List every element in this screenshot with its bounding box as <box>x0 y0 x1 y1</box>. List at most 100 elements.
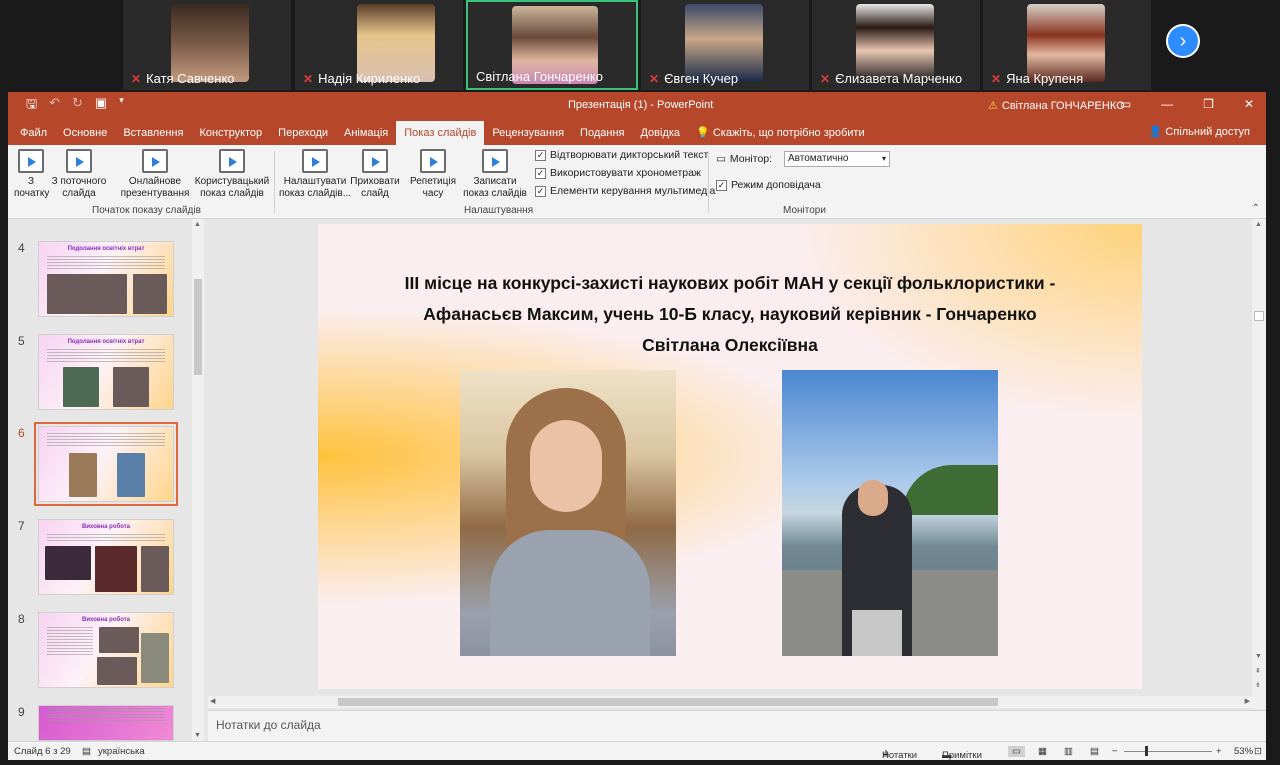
from-beginning-button[interactable]: З початку <box>14 149 49 200</box>
participant-tile-active-speaker[interactable]: Світлана Гончаренко <box>466 0 638 90</box>
notes-pane[interactable]: Нотатки до слайда <box>208 710 1266 741</box>
previous-slide-icon[interactable]: ⇞ <box>1255 667 1261 675</box>
tab-design[interactable]: Конструктор <box>191 121 270 145</box>
zoom-out-icon[interactable]: − <box>1112 746 1118 757</box>
scroll-right-icon[interactable]: ▶ <box>1245 697 1250 705</box>
tab-animations[interactable]: Анімація <box>336 121 396 145</box>
close-icon[interactable]: ✕ <box>1244 97 1254 111</box>
rehearse-timings-button[interactable]: Репетиція часу <box>408 149 458 200</box>
custom-slideshow-label: Користувацький показ слайдів <box>194 176 270 199</box>
tab-insert[interactable]: Вставлення <box>115 121 191 145</box>
setup-slideshow-button[interactable]: Налаштувати показ слайдів... <box>278 149 352 200</box>
spellcheck-icon[interactable]: ▤ <box>82 746 91 757</box>
tab-home[interactable]: Основне <box>55 121 115 145</box>
slideshow-view-icon[interactable]: ▤ <box>1090 746 1099 757</box>
slide-scroll-thumb[interactable] <box>1254 311 1264 321</box>
minimize-icon[interactable]: — <box>1161 97 1173 111</box>
ribbon-separator <box>708 151 709 213</box>
slide-title[interactable]: ІІІ місце на конкурсі-захисті наукових р… <box>398 268 1062 361</box>
scroll-up-icon[interactable]: ▲ <box>1255 221 1262 228</box>
slide-thumbnail[interactable]: Виховна робота <box>38 519 174 595</box>
slide-thumbnail[interactable] <box>38 705 174 741</box>
scroll-up-icon[interactable]: ▲ <box>194 221 201 228</box>
next-slide-icon[interactable]: ⇟ <box>1255 681 1261 689</box>
save-icon[interactable]: 🖫 <box>26 95 37 117</box>
thumbnail-text-lines <box>47 256 165 270</box>
hide-slide-button[interactable]: Приховати слайд <box>350 149 400 200</box>
slide-horizontal-scrollbar[interactable]: ◀ ▶ <box>208 696 1252 708</box>
photo-detail <box>858 480 888 516</box>
slide-thumbnail[interactable]: Подолання освітніх втрат <box>38 334 174 410</box>
slide-thumbnail[interactable]: Подолання освітніх втрат <box>38 241 174 317</box>
slide-thumbnail-selected[interactable] <box>34 422 178 506</box>
participant-tile[interactable]: ✕ Яна Крупеня <box>983 0 1151 90</box>
collapse-ribbon-icon[interactable]: ⌃ <box>1252 203 1260 214</box>
tab-review[interactable]: Рецензування <box>484 121 572 145</box>
use-timings-checkbox[interactable]: ✓ Використовувати хронометраж <box>535 167 701 179</box>
slide-vertical-scrollbar[interactable]: ▲ ▼ ⇞ ⇟ <box>1252 219 1266 709</box>
slide-photo-student[interactable] <box>782 370 998 656</box>
share-button[interactable]: 👤 Спільний доступ <box>1149 125 1250 138</box>
slide-thumbnails-pane: 4 Подолання освітніх втрат 5 Подолання о… <box>8 219 206 741</box>
scroll-down-icon[interactable]: ▼ <box>194 732 201 739</box>
horizontal-scroll-thumb[interactable] <box>338 698 998 706</box>
custom-slideshow-button[interactable]: Користувацький показ слайдів <box>194 149 270 200</box>
tab-file[interactable]: Файл <box>12 121 55 145</box>
slide-canvas[interactable]: ІІІ місце на конкурсі-захисті наукових р… <box>318 224 1142 689</box>
mic-muted-icon: ✕ <box>991 71 1002 86</box>
thumbnail-text-lines <box>47 349 165 363</box>
thumbnail-text-lines <box>47 433 165 447</box>
scroll-down-icon[interactable]: ▼ <box>1255 653 1262 660</box>
checkbox-checked-icon: ✓ <box>535 167 546 179</box>
play-narrations-label: Відтворювати дикторський текст <box>550 149 709 161</box>
from-current-slide-button[interactable]: З поточного слайда <box>48 149 110 200</box>
zoom-slider-knob[interactable] <box>1145 746 1148 756</box>
customize-toolbar-icon[interactable]: ▾ <box>119 95 124 117</box>
tab-view[interactable]: Подання <box>572 121 632 145</box>
present-online-label: Онлайнове презентування <box>120 176 190 199</box>
slide-thumbnail[interactable]: Виховна робота <box>38 612 174 688</box>
monitor-label: ▭ Монітор: <box>716 153 772 165</box>
scroll-left-icon[interactable]: ◀ <box>210 697 215 705</box>
participant-tile[interactable]: ✕ Катя Савченко <box>123 0 291 90</box>
monitor-select[interactable]: Автоматично ▾ <box>784 151 890 167</box>
present-online-button[interactable]: Онлайнове презентування <box>120 149 190 200</box>
zoom-in-icon[interactable]: + <box>1216 746 1222 757</box>
checkbox-checked-icon: ✓ <box>716 179 727 191</box>
tab-transitions[interactable]: Переходи <box>270 121 336 145</box>
play-narrations-checkbox[interactable]: ✓ Відтворювати дикторський текст <box>535 149 708 161</box>
participant-name-label: ✕ Надія Кириленко <box>303 71 421 86</box>
tell-me-search[interactable]: 💡 Скажіть, що потрібно зробити <box>688 121 873 145</box>
slide-photo-teacher[interactable] <box>460 370 676 656</box>
reading-view-icon[interactable]: ▥ <box>1064 746 1073 757</box>
participant-tile[interactable]: ✕ Надія Кириленко <box>295 0 463 90</box>
restore-icon[interactable]: ❐ <box>1203 97 1214 111</box>
chevron-down-icon: ▾ <box>881 154 886 163</box>
ribbon-display-options-icon[interactable]: ▭ <box>1120 97 1131 111</box>
thumbnails-scroll-thumb[interactable] <box>194 279 202 375</box>
group-label-start: Початок показу слайдів <box>92 205 201 216</box>
user-account[interactable]: ⚠ Світлана ГОНЧАРЕНКО <box>988 99 1125 113</box>
media-controls-checkbox[interactable]: ✓ Елементи керування мультимедіа <box>535 185 715 197</box>
zoom-slider[interactable] <box>1124 751 1212 752</box>
tab-help[interactable]: Довідка <box>632 121 688 145</box>
zoom-level[interactable]: 53% <box>1234 746 1253 757</box>
start-slideshow-icon[interactable]: ▣ <box>95 95 107 117</box>
record-slideshow-button[interactable]: Записати показ слайдів <box>460 149 530 200</box>
next-page-arrow-icon[interactable]: › <box>1166 24 1200 58</box>
slide-sorter-icon[interactable]: ▦ <box>1038 746 1047 757</box>
presenter-view-checkbox[interactable]: ✓ Режим доповідача <box>716 179 821 191</box>
redo-icon[interactable]: ↻ <box>72 95 83 117</box>
participant-tile[interactable]: ✕ Євген Кучер <box>641 0 809 90</box>
participant-tile[interactable]: ✕ Єлизавета Марченко <box>812 0 980 90</box>
language-indicator[interactable]: українська <box>98 746 145 757</box>
undo-icon[interactable]: ↶ <box>49 95 60 117</box>
tab-slideshow[interactable]: Показ слайдів <box>396 121 485 145</box>
ribbon-slideshow: З початку З поточного слайда Онлайнове п… <box>8 145 1266 219</box>
thumbnails-scrollbar[interactable]: ▲ ▼ <box>192 219 204 741</box>
normal-view-icon[interactable]: ▭ <box>1008 746 1025 757</box>
fit-to-window-icon[interactable]: ⊡ <box>1254 746 1262 757</box>
workspace: 4 Подолання освітніх втрат 5 Подолання о… <box>8 219 1266 741</box>
globe-present-icon <box>142 149 168 173</box>
photo-detail <box>902 465 998 515</box>
